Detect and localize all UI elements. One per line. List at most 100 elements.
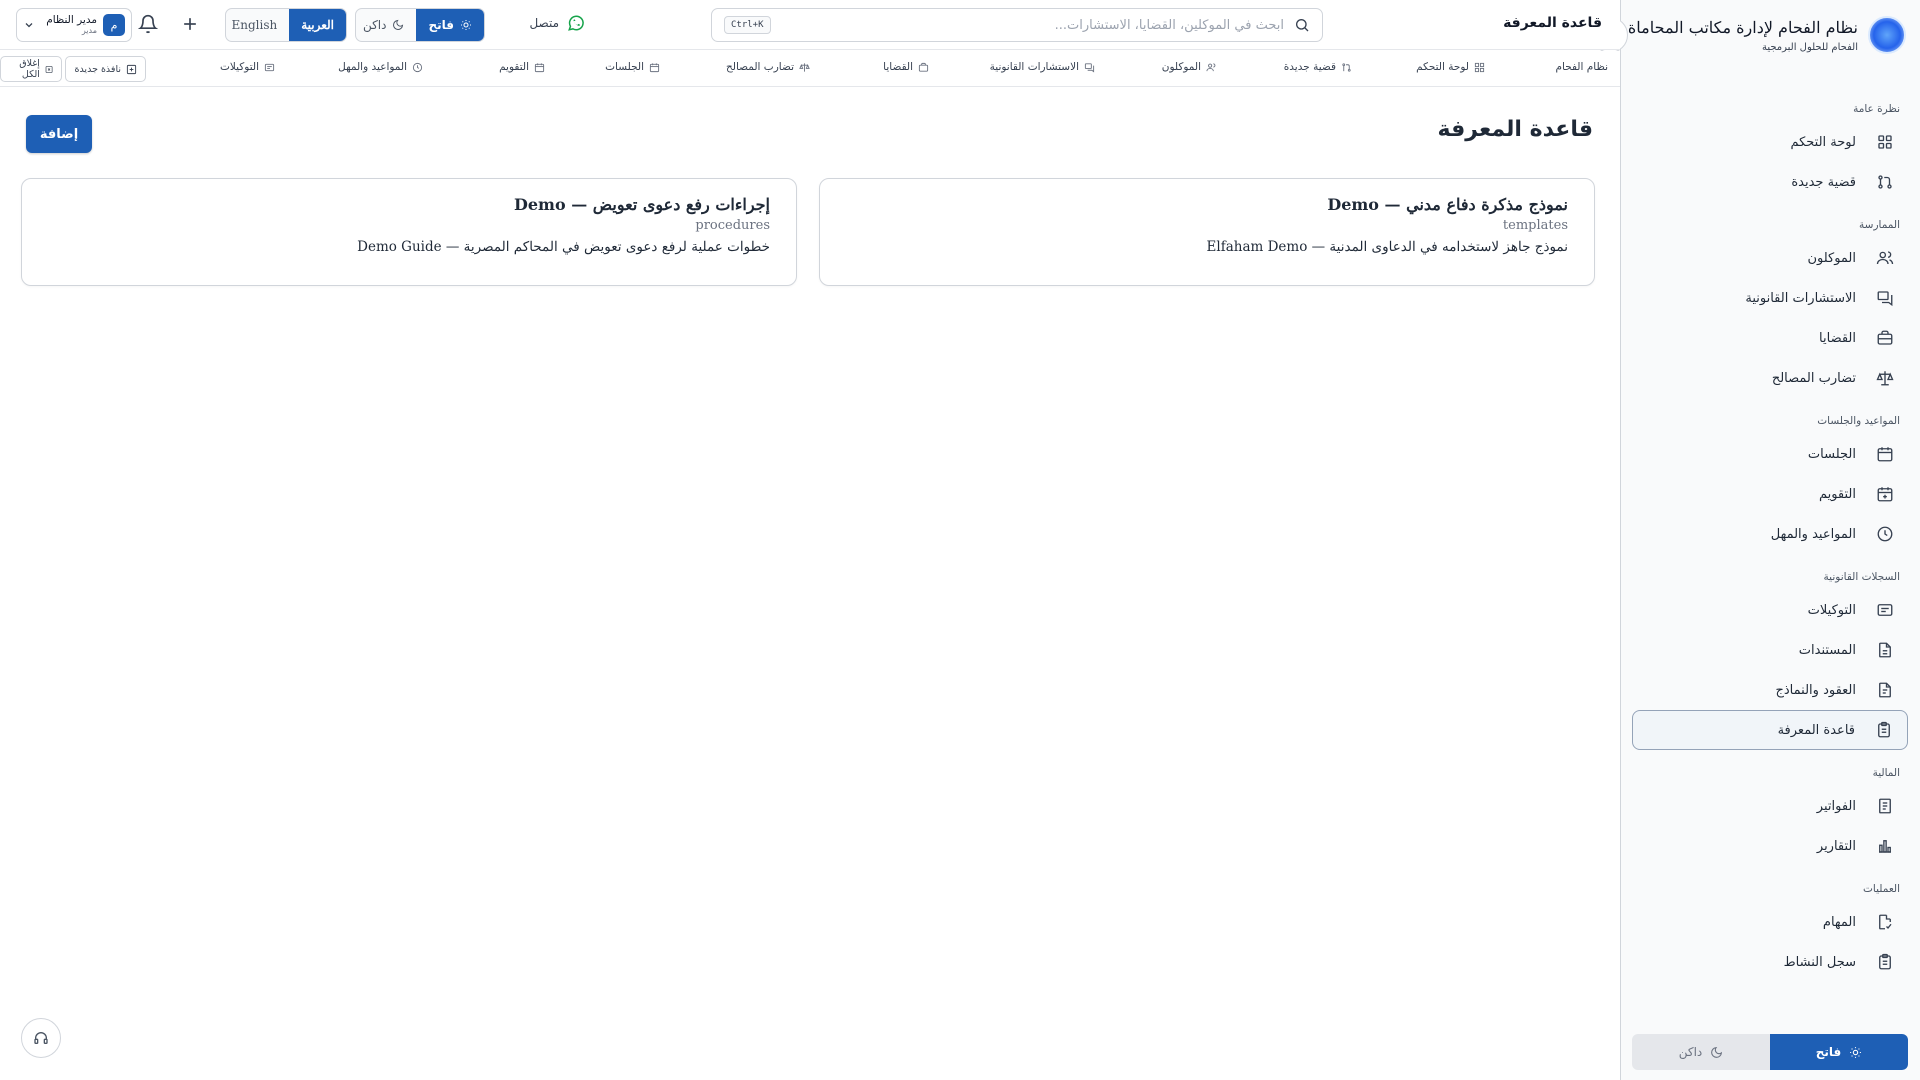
sidebar-item[interactable]: التقارير	[1632, 826, 1908, 866]
brand-logo	[1868, 16, 1906, 54]
new-window-label: نافذة جديدة	[74, 63, 121, 75]
tab-deadlines[interactable]: المواعيد والمهل	[338, 61, 423, 73]
sidebar-item[interactable]: التوكيلات	[1632, 590, 1908, 630]
tab-conflicts[interactable]: تضارب المصالح	[726, 61, 810, 73]
tab-label: الجلسات	[605, 61, 644, 73]
clock-icon	[1877, 526, 1893, 542]
open-tabs-bar: نظام الفحام لوحة التحكم قضية جديدة الموك…	[0, 51, 1620, 87]
theme-dark-label: داكن	[362, 18, 387, 32]
page-title: قاعدة المعرفة	[1437, 117, 1593, 142]
sidebar-item[interactable]: الاستشارات القانونية	[1632, 278, 1908, 318]
sidebar-item[interactable]: الفواتير	[1632, 786, 1908, 826]
knowledge-card[interactable]: نموذج مذكرة دفاع مدني — Demo templates ن…	[819, 178, 1595, 286]
brand-title: نظام الفحام لإدارة مكاتب المحاماة	[1627, 17, 1858, 37]
calendar-plus-icon	[1877, 487, 1893, 502]
user-name: مدير النظام	[46, 13, 97, 26]
calendar-icon	[1877, 447, 1893, 462]
sidebar-theme-dark-button[interactable]: داكن	[1632, 1034, 1770, 1070]
sidebar-item[interactable]: قاعدة المعرفة	[1632, 710, 1908, 750]
whatsapp-status[interactable]: متصل	[529, 14, 585, 32]
sidebar-item-label: الجلسات	[1807, 446, 1856, 462]
git-pull-icon	[1342, 62, 1351, 72]
sidebar-section-title: المواعيد والجلسات	[1817, 415, 1900, 427]
theme-dark-button[interactable]: داكن	[356, 9, 416, 41]
calendar-icon	[649, 62, 660, 72]
language-toggle: العربية English	[225, 8, 347, 42]
receipt-icon	[1879, 798, 1891, 814]
sidebar-item[interactable]: التقويم	[1632, 474, 1908, 514]
support-button[interactable]	[21, 1018, 61, 1058]
search-input[interactable]: ابحث في الموكلين، القضايا، الاستشارات...	[771, 18, 1284, 33]
avatar: م	[103, 14, 125, 36]
user-menu[interactable]: م مدير النظام مدير	[16, 8, 132, 42]
sidebar-nav: نظرة عامة لوحة التحكم قضية جديدة الممارسة ال…	[1620, 96, 1920, 992]
tab-clients[interactable]: الموكلون	[1162, 61, 1217, 73]
sidebar-item[interactable]: تضارب المصالح	[1632, 358, 1908, 398]
add-button[interactable]: إضافة	[26, 115, 92, 153]
lang-english-button[interactable]: English	[226, 9, 289, 41]
tab-consultations[interactable]: الاستشارات القانونية	[990, 61, 1095, 73]
sidebar-item[interactable]: الجلسات	[1632, 434, 1908, 474]
sun-icon	[1850, 1046, 1862, 1058]
git-pull-icon	[1878, 175, 1892, 189]
moon-icon	[1711, 1046, 1723, 1058]
tab-dashboard[interactable]: لوحة التحكم	[1416, 61, 1485, 73]
stamp-icon	[1877, 604, 1893, 616]
close-window-icon	[45, 65, 53, 73]
tab-label: الموكلون	[1161, 61, 1201, 73]
close-all-tabs-button[interactable]: إغلاق الكل	[0, 56, 62, 82]
sidebar-item[interactable]: القضايا	[1632, 318, 1908, 358]
sidebar-item[interactable]: العقود والنماذج	[1632, 670, 1908, 710]
sidebar-section-title: الممارسة	[1859, 219, 1900, 231]
sidebar-item[interactable]: المهام	[1632, 902, 1908, 942]
messages-icon	[1877, 291, 1893, 307]
brand: نظام الفحام لإدارة مكاتب المحاماة الفحام…	[1591, 0, 1920, 70]
knowledge-card[interactable]: إجراءات رفع دعوى تعويض — Demo procedures…	[21, 178, 797, 286]
global-search[interactable]: ابحث في الموكلين، القضايا، الاستشارات...…	[711, 8, 1323, 42]
sidebar-section: السجلات القانونية التوكيلات المستندات العقو…	[1620, 564, 1920, 750]
sidebar-item[interactable]: سجل النشاط	[1632, 942, 1908, 982]
scale-icon	[1876, 371, 1894, 386]
sidebar-section: المواعيد والجلسات الجلسات التقويم المواعيد …	[1620, 408, 1920, 554]
tab-new-case[interactable]: قضية جديدة	[1284, 61, 1352, 73]
tab-label: تضارب المصالح	[726, 61, 794, 73]
clock-icon	[412, 62, 423, 72]
sidebar-item-label: المستندات	[1798, 642, 1856, 658]
headset-icon	[34, 1032, 48, 1044]
new-window-button[interactable]: نافذة جديدة	[65, 56, 146, 82]
tab-label: لوحة التحكم	[1416, 61, 1469, 73]
sidebar-item[interactable]: الموكلون	[1632, 238, 1908, 278]
calendar-icon	[534, 62, 545, 72]
tab-calendar[interactable]: التقويم	[499, 61, 545, 73]
sidebar-item-label: العقود والنماذج	[1775, 682, 1857, 698]
sidebar-theme-light-button[interactable]: فاتح	[1770, 1034, 1908, 1070]
sidebar-item-label: المهام	[1822, 914, 1856, 930]
topbar-title: قاعدة المعرفة	[1503, 15, 1602, 31]
stamp-icon	[264, 63, 275, 71]
sidebar-item[interactable]: قضية جديدة	[1632, 162, 1908, 202]
theme-light-button[interactable]: فاتح	[416, 9, 484, 41]
bell-icon[interactable]	[138, 14, 158, 34]
sidebar-item-label: الفواتير	[1816, 798, 1856, 814]
plus-icon[interactable]	[180, 14, 200, 34]
briefcase-icon	[918, 62, 929, 72]
sidebar-item-label: تضارب المصالح	[1771, 370, 1856, 386]
sidebar-section-title: العمليات	[1863, 883, 1900, 895]
tab-cases[interactable]: القضايا	[883, 61, 929, 73]
lang-arabic-button[interactable]: العربية	[289, 9, 346, 41]
users-icon	[1876, 251, 1894, 265]
card-category: templates	[1502, 218, 1568, 233]
sidebar-item-label: قضية جديدة	[1791, 174, 1856, 190]
search-icon	[1296, 19, 1309, 32]
chevron-down-icon	[25, 23, 33, 28]
tab-hearings[interactable]: الجلسات	[605, 61, 660, 73]
card-title: نموذج مذكرة دفاع مدني — Demo	[1327, 195, 1568, 214]
sidebar-item[interactable]: المستندات	[1632, 630, 1908, 670]
clipboard-list-icon	[1879, 953, 1891, 970]
tab-system[interactable]: نظام الفحام	[1556, 61, 1608, 73]
scale-icon	[799, 62, 810, 72]
sidebar-item[interactable]: المواعيد والمهل	[1632, 514, 1908, 554]
tab-powers-of-attorney[interactable]: التوكيلات	[220, 61, 275, 73]
sidebar-item[interactable]: لوحة التحكم	[1632, 122, 1908, 162]
card-category: procedures	[695, 218, 770, 233]
